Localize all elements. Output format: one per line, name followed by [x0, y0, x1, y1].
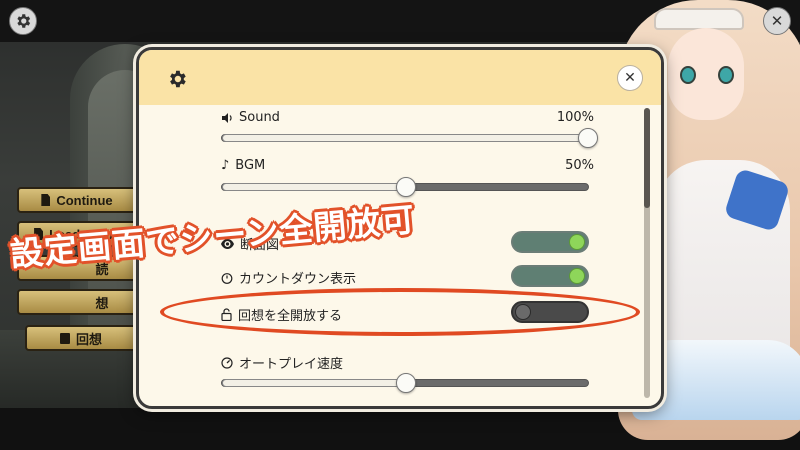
gallery-label: 回想 — [75, 331, 102, 347]
close-icon: ✕ — [624, 70, 636, 86]
gauge-icon — [221, 356, 233, 369]
dialog-close-button[interactable]: ✕ — [617, 65, 643, 91]
countdown-toggle[interactable] — [511, 265, 589, 287]
close-button[interactable]: ✕ — [763, 7, 791, 35]
sound-label-row: Sound — [221, 110, 280, 125]
toggle-knob — [569, 268, 585, 284]
countdown-label-row: カウントダウン表示 — [221, 268, 356, 287]
menu-button-4[interactable]: 想 — [17, 289, 137, 315]
settings-button[interactable] — [9, 7, 37, 35]
gallery-button[interactable]: 回想 — [25, 325, 137, 351]
bgm-label: BGM — [235, 158, 266, 173]
book-icon — [59, 332, 70, 344]
auto-play-slider-fill — [222, 379, 406, 387]
gear-icon — [170, 70, 186, 88]
menu-button-4-label: 想 — [95, 295, 109, 311]
sound-label: Sound — [239, 110, 280, 125]
sound-slider[interactable] — [221, 128, 598, 148]
music-note-icon: ♪ — [221, 158, 230, 173]
sound-value: 100% — [556, 110, 594, 125]
continue-label: Continue — [56, 192, 113, 208]
document-icon — [41, 194, 51, 206]
continue-button[interactable]: Continue — [17, 187, 137, 213]
dialog-scrollbar[interactable] — [644, 108, 650, 398]
bgm-label-row: ♪ BGM — [221, 158, 265, 173]
scrollbar-thumb[interactable] — [644, 108, 650, 208]
dialog-header: ✕ — [139, 50, 661, 105]
bgm-slider[interactable] — [221, 177, 589, 197]
countdown-label: カウントダウン表示 — [239, 272, 357, 287]
auto-play-label: オートプレイ速度 — [239, 357, 344, 372]
auto-play-slider[interactable] — [221, 373, 589, 393]
bgm-slider-fill — [222, 183, 406, 191]
auto-play-label-row: オートプレイ速度 — [221, 353, 343, 372]
character-eye-left — [680, 66, 696, 84]
close-icon: ✕ — [770, 12, 784, 30]
highlight-ellipse — [160, 288, 640, 336]
character-eye-right — [718, 66, 734, 84]
character-headpiece — [654, 8, 744, 30]
bgm-value: 50% — [565, 158, 594, 173]
toggle-knob — [569, 234, 585, 250]
sound-slider-fill — [222, 134, 590, 142]
gear-icon — [17, 14, 31, 28]
sound-slider-thumb[interactable] — [578, 128, 598, 148]
speaker-icon — [222, 112, 232, 123]
timer-icon — [221, 272, 233, 284]
auto-play-slider-thumb[interactable] — [396, 373, 416, 393]
cross-section-toggle[interactable] — [511, 231, 589, 253]
